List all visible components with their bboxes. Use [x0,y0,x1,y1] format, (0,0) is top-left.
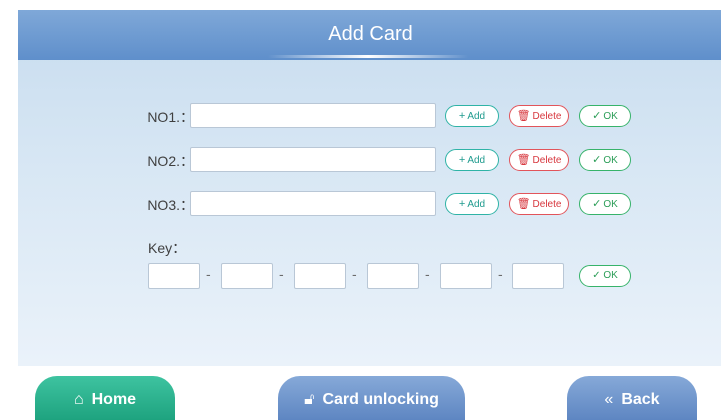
key-field-6[interactable] [512,263,564,289]
add-button-3[interactable]: + Add [445,193,499,215]
card-row-3: NO3.： + Add 🗑︎ Delete ✓ OK [18,191,721,217]
trash-icon: 🗑︎ [516,198,531,210]
add-button-2[interactable]: + Add [445,149,499,171]
key-field-5[interactable] [440,263,492,289]
card-input-3[interactable] [190,191,436,216]
home-icon: ⌂ [73,391,84,408]
delete-button-3[interactable]: 🗑︎ Delete [509,193,569,215]
card-input-1[interactable] [190,103,436,128]
ok-button-1[interactable]: ✓ OK [579,105,631,127]
trash-icon: 🗑︎ [516,154,531,166]
card-unlocking-button[interactable]: 🔓︎ Card unlocking [278,376,465,420]
delete-button-1[interactable]: 🗑︎ Delete [509,105,569,127]
plus-icon: + [458,110,466,122]
key-separator: - [279,266,284,282]
card-label-2: NO2.： [147,153,194,169]
card-input-2[interactable] [190,147,436,172]
back-button[interactable]: «Back [567,376,697,420]
unlock-icon: 🔓︎ [304,391,315,408]
card-row-2: NO2.： + Add 🗑︎ Delete ✓ OK [18,147,721,173]
key-ok-button[interactable]: ✓ OK [579,265,631,287]
plus-icon: + [458,198,466,210]
key-field-3[interactable] [294,263,346,289]
key-field-2[interactable] [221,263,273,289]
delete-button-2[interactable]: 🗑︎ Delete [509,149,569,171]
key-label: Key： [148,240,187,256]
key-separator: - [425,266,430,282]
card-label-1: NO1.： [147,109,194,125]
home-button[interactable]: ⌂ Home [35,376,175,420]
card-label-3: NO3.： [147,197,194,213]
trash-icon: 🗑︎ [516,110,531,122]
plus-icon: + [458,154,466,166]
title-bar: Add Card [18,10,721,60]
key-separator: - [206,266,211,282]
key-field-1[interactable] [148,263,200,289]
title-underline [268,55,468,58]
main-panel: Add Card NO1.： + Add 🗑︎ Delete ✓ OK NO2.： +… [18,10,721,366]
add-button-1[interactable]: + Add [445,105,499,127]
page-title: Add Card [328,23,413,45]
card-row-1: NO1.： + Add 🗑︎ Delete ✓ OK [18,103,721,129]
key-field-4[interactable] [367,263,419,289]
check-icon: ✓ [592,198,602,210]
check-icon: ✓ [592,110,602,122]
ok-button-2[interactable]: ✓ OK [579,149,631,171]
double-chevron-left-icon: « [604,391,614,408]
check-icon: ✓ [592,154,602,166]
ok-button-3[interactable]: ✓ OK [579,193,631,215]
key-separator: - [352,266,357,282]
check-icon: ✓ [592,270,601,281]
key-separator: - [498,266,503,282]
